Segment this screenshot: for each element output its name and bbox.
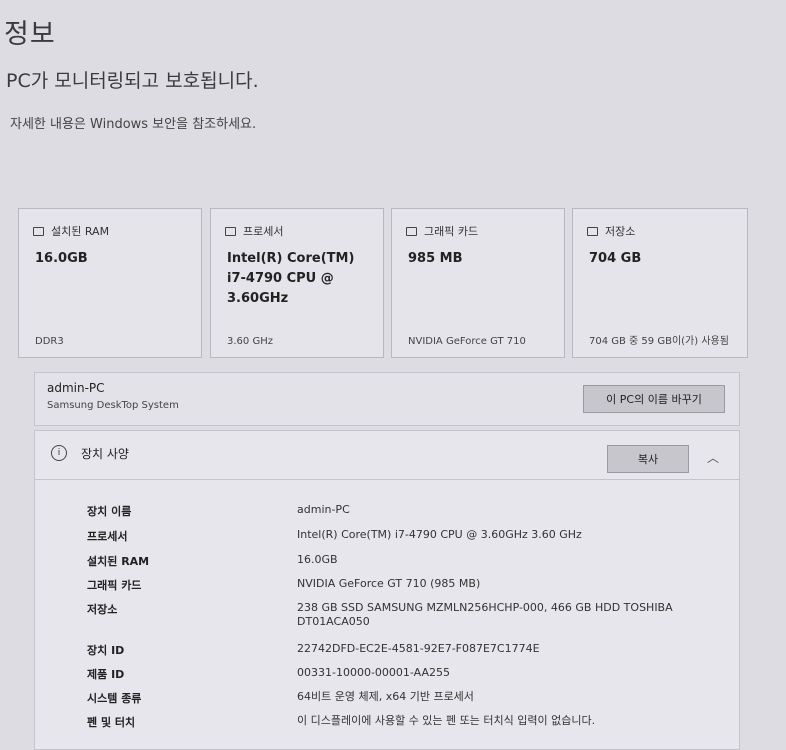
processor-icon: [225, 226, 236, 236]
spec-label: 제품 ID: [87, 668, 125, 681]
spec-value: 00331-10000-00001-AA255: [297, 666, 450, 679]
spec-label: 펜 및 터치: [87, 716, 136, 729]
card-value: Intel(R) Core(TM) i7-4790 CPU @ 3.60GHz: [227, 251, 355, 306]
pc-model: Samsung DeskTop System: [47, 400, 179, 411]
ram-icon: [33, 226, 44, 236]
pc-name-bar: admin-PC Samsung DeskTop System 이 PC의 이름…: [34, 372, 740, 426]
pc-name: admin-PC: [47, 381, 105, 395]
copy-button[interactable]: 복사: [607, 445, 689, 473]
spec-label: 장치 이름: [87, 505, 132, 518]
card-value: 985 MB: [408, 251, 463, 266]
graphics-card-icon: [406, 226, 417, 236]
card-label: 저장소: [605, 225, 636, 238]
page-title: 정보: [4, 19, 56, 50]
spec-value: 22742DFD-EC2E-4581-92E7-F087E7C1774E: [297, 642, 540, 655]
card-footer: NVIDIA GeForce GT 710: [408, 336, 526, 347]
graphics-card: 그래픽 카드 985 MB NVIDIA GeForce GT 710: [391, 208, 565, 358]
info-icon: i: [51, 445, 67, 461]
device-specs-header[interactable]: i 장치 사양 복사 ︿: [35, 431, 739, 480]
card-value: 16.0GB: [35, 251, 88, 266]
spec-value: NVIDIA GeForce GT 710 (985 MB): [297, 577, 481, 590]
processor-card: 프로세서 Intel(R) Core(TM) i7-4790 CPU @ 3.6…: [210, 208, 384, 358]
spec-value: admin-PC: [297, 503, 350, 516]
ram-card: 설치된 RAM 16.0GB DDR3: [18, 208, 202, 358]
card-footer: 704 GB 중 59 GB이(가) 사용됨: [589, 336, 729, 347]
spec-label: 설치된 RAM: [87, 555, 150, 568]
spec-label: 장치 ID: [87, 644, 125, 657]
chevron-up-icon[interactable]: ︿: [707, 449, 719, 466]
spec-value: Intel(R) Core(TM) i7-4790 CPU @ 3.60GHz …: [297, 528, 582, 541]
protection-status: PC가 모니터링되고 보호됩니다.: [6, 70, 259, 92]
storage-card: 저장소 704 GB 704 GB 중 59 GB이(가) 사용됨: [572, 208, 748, 358]
spec-label: 그래픽 카드: [87, 579, 142, 592]
card-label: 그래픽 카드: [424, 225, 479, 238]
security-link-text[interactable]: 자세한 내용은 Windows 보안을 참조하세요.: [10, 113, 256, 132]
spec-value: 16.0GB: [297, 553, 338, 566]
spec-label: 저장소: [87, 603, 118, 616]
spec-value: 64비트 운영 체제, x64 기반 프로세서: [297, 690, 474, 703]
card-footer: 3.60 GHz: [227, 336, 273, 347]
card-label: 설치된 RAM: [51, 225, 110, 238]
spec-label: 시스템 종류: [87, 692, 142, 705]
card-footer: DDR3: [35, 336, 64, 347]
rename-pc-button[interactable]: 이 PC의 이름 바꾸기: [583, 385, 725, 413]
spec-label: 프로세서: [87, 530, 128, 543]
device-specs-title: 장치 사양: [81, 447, 129, 461]
spec-value: 이 디스플레이에 사용할 수 있는 펜 또는 터치식 입력이 없습니다.: [297, 714, 596, 727]
spec-value: 238 GB SSD SAMSUNG MZMLN256HCHP-000, 466…: [297, 601, 673, 628]
card-label: 프로세서: [243, 225, 284, 238]
storage-icon: [587, 226, 598, 236]
card-value: 704 GB: [589, 251, 642, 266]
device-specs-panel: i 장치 사양 복사 ︿ 장치 이름 admin-PC 프로세서 Intel(R…: [34, 430, 740, 750]
